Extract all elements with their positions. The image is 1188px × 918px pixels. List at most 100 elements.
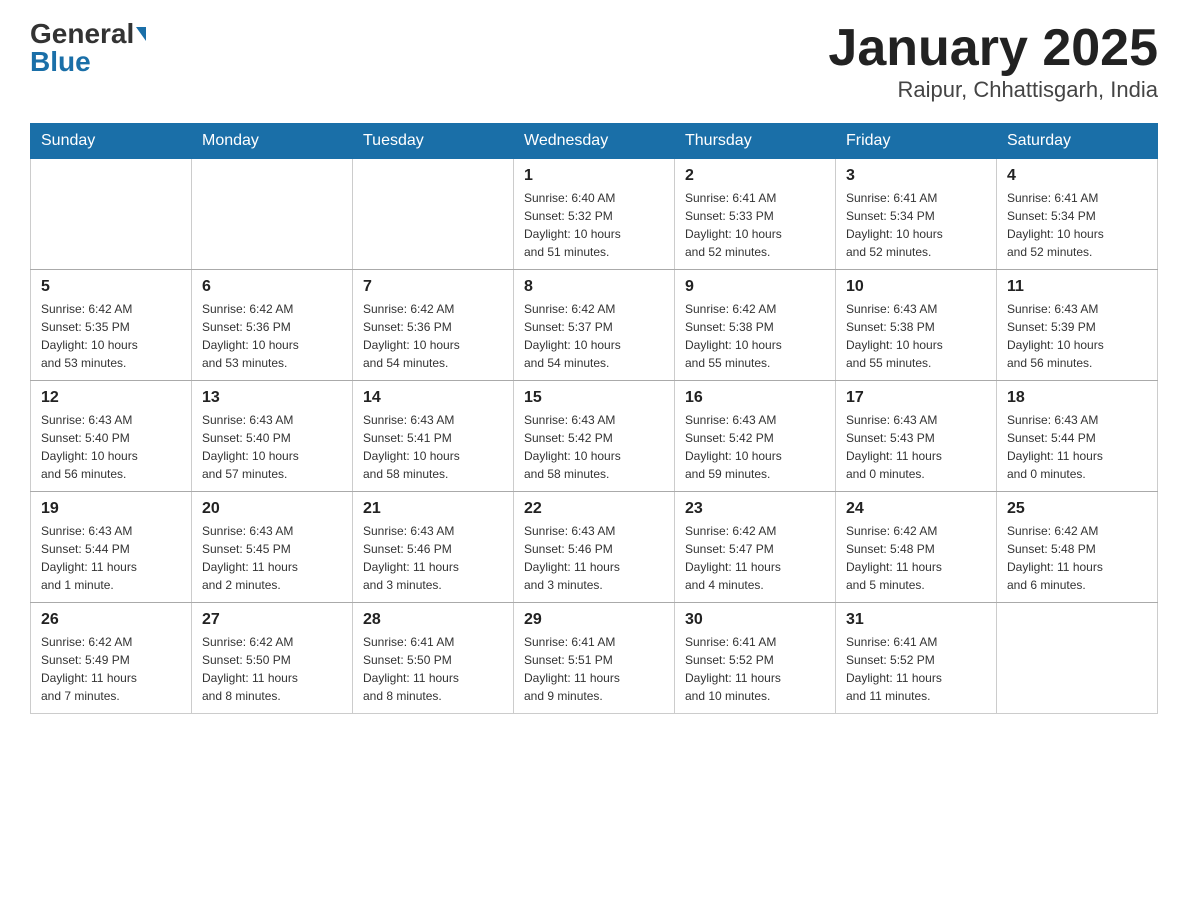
- day-number: 18: [1007, 389, 1147, 407]
- day-cell: 15 Sunrise: 6:43 AM Sunset: 5:42 PM Dayli…: [514, 381, 675, 492]
- day-info: Sunrise: 6:43 AM Sunset: 5:44 PM Dayligh…: [1007, 411, 1147, 483]
- day-number: 8: [524, 278, 664, 296]
- day-cell: 22Sunrise: 6:43 AM Sunset: 5:46 PM Dayli…: [514, 492, 675, 603]
- day-number: 12: [41, 389, 181, 407]
- day-number: 16: [685, 389, 825, 407]
- day-cell: 21 Sunrise: 6:43 AM Sunset: 5:46 PM Dayli…: [353, 492, 514, 603]
- day-info: Sunrise: 6:42 AM Sunset: 5:38 PM Dayligh…: [685, 300, 825, 372]
- day-number: 27: [202, 611, 342, 629]
- day-number: 21: [363, 500, 503, 518]
- day-number: 13: [202, 389, 342, 407]
- day-info: Sunrise: 6:43 AM Sunset: 5:42 PM Dayligh…: [685, 411, 825, 483]
- day-info: Sunrise: 6:42 AM Sunset: 5:36 PM Dayligh…: [202, 300, 342, 372]
- day-cell: 29Sunrise: 6:41 AM Sunset: 5:51 PM Dayli…: [514, 603, 675, 714]
- day-cell: 24Sunrise: 6:42 AM Sunset: 5:48 PM Dayli…: [836, 492, 997, 603]
- day-number: 6: [202, 278, 342, 296]
- calendar-title: January 2025: [828, 20, 1158, 77]
- day-info: Sunrise: 6:41 AM Sunset: 5:33 PM Dayligh…: [685, 189, 825, 261]
- day-info: Sunrise: 6:41 AM Sunset: 5:34 PM Dayligh…: [1007, 189, 1147, 261]
- day-info: Sunrise: 6:41 AM Sunset: 5:52 PM Dayligh…: [685, 633, 825, 705]
- day-cell: 17 Sunrise: 6:43 AM Sunset: 5:43 PM Dayli…: [836, 381, 997, 492]
- day-info: Sunrise: 6:42 AM Sunset: 5:47 PM Dayligh…: [685, 522, 825, 594]
- day-number: 9: [685, 278, 825, 296]
- week-row-5: 26 Sunrise: 6:42 AM Sunset: 5:49 PM Dayli…: [31, 603, 1158, 714]
- day-number: 25: [1007, 500, 1147, 518]
- day-number: 28: [363, 611, 503, 629]
- day-cell: 5 Sunrise: 6:42 AM Sunset: 5:35 PM Daylig…: [31, 270, 192, 381]
- day-cell: [31, 159, 192, 270]
- day-cell: 16 Sunrise: 6:43 AM Sunset: 5:42 PM Dayli…: [675, 381, 836, 492]
- day-cell: 11Sunrise: 6:43 AM Sunset: 5:39 PM Dayli…: [997, 270, 1158, 381]
- day-cell: [192, 159, 353, 270]
- week-row-1: 1Sunrise: 6:40 AM Sunset: 5:32 PM Daylig…: [31, 159, 1158, 270]
- day-cell: 25 Sunrise: 6:42 AM Sunset: 5:48 PM Dayli…: [997, 492, 1158, 603]
- day-cell: 1Sunrise: 6:40 AM Sunset: 5:32 PM Daylig…: [514, 159, 675, 270]
- day-cell: 7 Sunrise: 6:42 AM Sunset: 5:36 PM Daylig…: [353, 270, 514, 381]
- day-info: Sunrise: 6:42 AM Sunset: 5:48 PM Dayligh…: [846, 522, 986, 594]
- day-number: 20: [202, 500, 342, 518]
- calendar-table: SundayMondayTuesdayWednesdayThursdayFrid…: [30, 123, 1158, 714]
- day-number: 3: [846, 167, 986, 185]
- day-cell: 18 Sunrise: 6:43 AM Sunset: 5:44 PM Dayli…: [997, 381, 1158, 492]
- day-cell: 10Sunrise: 6:43 AM Sunset: 5:38 PM Dayli…: [836, 270, 997, 381]
- day-number: 11: [1007, 278, 1147, 296]
- page-header: General Blue January 2025 Raipur, Chhatt…: [30, 20, 1158, 103]
- weekday-header-monday: Monday: [192, 124, 353, 159]
- weekday-header-tuesday: Tuesday: [353, 124, 514, 159]
- day-info: Sunrise: 6:43 AM Sunset: 5:43 PM Dayligh…: [846, 411, 986, 483]
- day-number: 10: [846, 278, 986, 296]
- weekday-header-thursday: Thursday: [675, 124, 836, 159]
- day-cell: 28 Sunrise: 6:41 AM Sunset: 5:50 PM Dayli…: [353, 603, 514, 714]
- day-info: Sunrise: 6:42 AM Sunset: 5:35 PM Dayligh…: [41, 300, 181, 372]
- logo: General Blue: [30, 20, 146, 76]
- day-info: Sunrise: 6:43 AM Sunset: 5:42 PM Dayligh…: [524, 411, 664, 483]
- logo-triangle-icon: [136, 27, 146, 41]
- day-info: Sunrise: 6:41 AM Sunset: 5:34 PM Dayligh…: [846, 189, 986, 261]
- day-info: Sunrise: 6:41 AM Sunset: 5:50 PM Dayligh…: [363, 633, 503, 705]
- day-cell: 14 Sunrise: 6:43 AM Sunset: 5:41 PM Dayli…: [353, 381, 514, 492]
- day-cell: 31 Sunrise: 6:41 AM Sunset: 5:52 PM Dayli…: [836, 603, 997, 714]
- day-cell: 23 Sunrise: 6:42 AM Sunset: 5:47 PM Dayli…: [675, 492, 836, 603]
- weekday-header-saturday: Saturday: [997, 124, 1158, 159]
- day-info: Sunrise: 6:42 AM Sunset: 5:37 PM Dayligh…: [524, 300, 664, 372]
- day-cell: 20Sunrise: 6:43 AM Sunset: 5:45 PM Dayli…: [192, 492, 353, 603]
- day-number: 4: [1007, 167, 1147, 185]
- day-cell: 9 Sunrise: 6:42 AM Sunset: 5:38 PM Daylig…: [675, 270, 836, 381]
- day-number: 31: [846, 611, 986, 629]
- day-cell: [353, 159, 514, 270]
- week-row-3: 12 Sunrise: 6:43 AM Sunset: 5:40 PM Dayli…: [31, 381, 1158, 492]
- day-info: Sunrise: 6:43 AM Sunset: 5:40 PM Dayligh…: [41, 411, 181, 483]
- weekday-header-row: SundayMondayTuesdayWednesdayThursdayFrid…: [31, 124, 1158, 159]
- logo-general-text: General: [30, 20, 134, 48]
- day-number: 7: [363, 278, 503, 296]
- weekday-header-wednesday: Wednesday: [514, 124, 675, 159]
- weekday-header-friday: Friday: [836, 124, 997, 159]
- day-info: Sunrise: 6:42 AM Sunset: 5:36 PM Dayligh…: [363, 300, 503, 372]
- day-info: Sunrise: 6:41 AM Sunset: 5:51 PM Dayligh…: [524, 633, 664, 705]
- calendar-subtitle: Raipur, Chhattisgarh, India: [828, 77, 1158, 103]
- day-number: 23: [685, 500, 825, 518]
- day-cell: 3 Sunrise: 6:41 AM Sunset: 5:34 PM Daylig…: [836, 159, 997, 270]
- day-cell: 8 Sunrise: 6:42 AM Sunset: 5:37 PM Daylig…: [514, 270, 675, 381]
- day-number: 26: [41, 611, 181, 629]
- day-info: Sunrise: 6:41 AM Sunset: 5:52 PM Dayligh…: [846, 633, 986, 705]
- week-row-2: 5 Sunrise: 6:42 AM Sunset: 5:35 PM Daylig…: [31, 270, 1158, 381]
- day-info: Sunrise: 6:42 AM Sunset: 5:49 PM Dayligh…: [41, 633, 181, 705]
- day-number: 17: [846, 389, 986, 407]
- day-info: Sunrise: 6:43 AM Sunset: 5:46 PM Dayligh…: [363, 522, 503, 594]
- week-row-4: 19 Sunrise: 6:43 AM Sunset: 5:44 PM Dayli…: [31, 492, 1158, 603]
- day-info: Sunrise: 6:43 AM Sunset: 5:41 PM Dayligh…: [363, 411, 503, 483]
- day-cell: 19 Sunrise: 6:43 AM Sunset: 5:44 PM Dayli…: [31, 492, 192, 603]
- day-number: 14: [363, 389, 503, 407]
- day-number: 30: [685, 611, 825, 629]
- weekday-header-sunday: Sunday: [31, 124, 192, 159]
- day-number: 15: [524, 389, 664, 407]
- day-number: 5: [41, 278, 181, 296]
- title-block: January 2025 Raipur, Chhattisgarh, India: [828, 20, 1158, 103]
- day-cell: 6 Sunrise: 6:42 AM Sunset: 5:36 PM Daylig…: [192, 270, 353, 381]
- day-info: Sunrise: 6:42 AM Sunset: 5:48 PM Dayligh…: [1007, 522, 1147, 594]
- day-cell: 27Sunrise: 6:42 AM Sunset: 5:50 PM Dayli…: [192, 603, 353, 714]
- day-number: 19: [41, 500, 181, 518]
- day-info: Sunrise: 6:43 AM Sunset: 5:44 PM Dayligh…: [41, 522, 181, 594]
- day-cell: 30 Sunrise: 6:41 AM Sunset: 5:52 PM Dayli…: [675, 603, 836, 714]
